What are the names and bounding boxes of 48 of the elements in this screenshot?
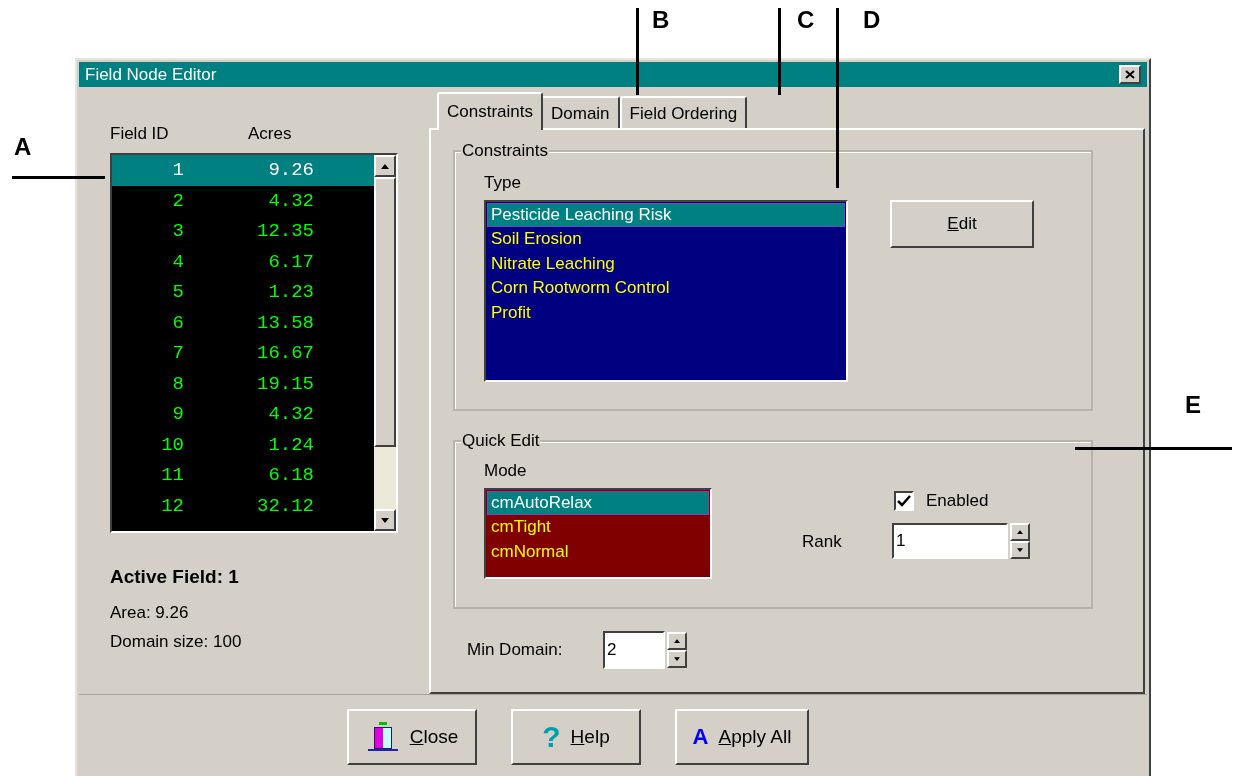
callout-label: E [1185, 393, 1201, 417]
list-item[interactable]: cmNormal [487, 539, 709, 565]
checkbox-label: Enabled [926, 489, 989, 512]
apply-button[interactable]: A Apply All [675, 709, 809, 765]
help-button[interactable]: ? Help [511, 709, 641, 765]
tab[interactable]: Constraints [437, 91, 543, 130]
active-field-heading: Active Field: 1 [110, 565, 240, 589]
list-label: Mode [484, 459, 528, 482]
list-item[interactable]: cmTight [487, 515, 709, 540]
list-item[interactable]: Nitrate Leaching [487, 251, 845, 277]
min-domain-field[interactable]: 2 [603, 630, 665, 669]
edit-button[interactable]: Edit [890, 199, 1034, 248]
help-icon: ? [542, 722, 561, 752]
callout-label: B [652, 8, 670, 32]
down-arrow-icon [1017, 548, 1023, 553]
up-arrow-icon [674, 638, 680, 643]
list-item[interactable]: Soil Erosion [487, 227, 845, 252]
rank-label: Rank [802, 530, 843, 553]
constraint-type-list[interactable]: Pesticide Leaching Risk Soil Erosion Nitrate Leaching Corn Rootworm Control Profit [484, 199, 848, 382]
callout-label: A [14, 135, 32, 159]
tab[interactable]: Domain [541, 95, 620, 130]
spin-down-button[interactable] [1010, 541, 1030, 560]
list-item[interactable]: Profit [487, 300, 845, 326]
list-item[interactable]: Corn Rootworm Control [487, 276, 845, 301]
min-domain-label: Min Domain: [467, 639, 564, 662]
list-item[interactable]: Pesticide Leaching Risk [487, 202, 845, 228]
tab[interactable]: Field Ordering [619, 95, 748, 130]
column-header: Field ID [110, 123, 170, 146]
rank-field[interactable]: 1 [892, 523, 1008, 560]
door-icon [365, 722, 400, 752]
letter-icon: A [692, 726, 709, 748]
callout-label: D [863, 8, 881, 32]
domain-size-text: Domain size: 100 [110, 631, 243, 653]
area-text: Area: 9.26 [110, 601, 190, 624]
callout-label: C [797, 8, 815, 32]
list-label: Type [484, 171, 522, 194]
up-arrow-icon [1017, 530, 1023, 535]
mode-list[interactable]: cmAutoRelax cmTight cmNormal [484, 487, 712, 579]
window-title: Field Node Editor [85, 66, 217, 83]
close-icon [1125, 70, 1135, 79]
list-item[interactable]: cmAutoRelax [487, 490, 709, 516]
enabled-checkbox[interactable] [894, 490, 914, 511]
close-button[interactable] [1119, 65, 1141, 84]
column-header: Acres [248, 123, 293, 146]
down-arrow-icon [674, 656, 680, 661]
spin-up-button[interactable] [1010, 523, 1030, 542]
close-button[interactable]: Close [347, 709, 477, 765]
spin-up-button[interactable] [667, 631, 687, 650]
